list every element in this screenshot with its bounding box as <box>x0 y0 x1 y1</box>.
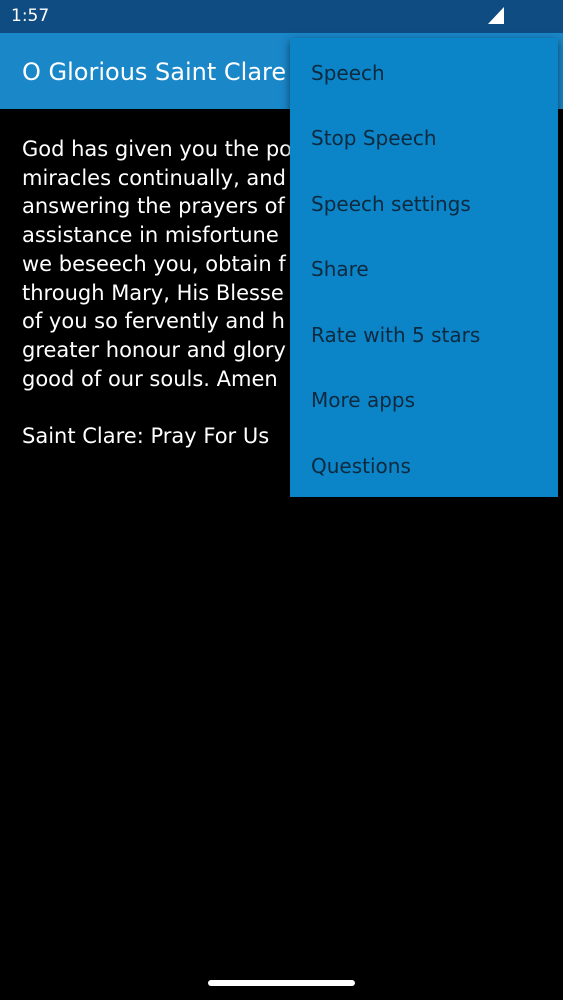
menu-item-questions[interactable]: Questions <box>290 433 558 499</box>
menu-item-share[interactable]: Share <box>290 237 558 303</box>
status-bar: 1:57 <box>0 0 563 33</box>
menu-item-more-apps[interactable]: More apps <box>290 368 558 434</box>
menu-item-rate[interactable]: Rate with 5 stars <box>290 302 558 368</box>
home-indicator[interactable] <box>208 980 355 986</box>
signal-icon <box>488 7 504 24</box>
menu-item-speech-settings[interactable]: Speech settings <box>290 171 558 237</box>
app-title: O Glorious Saint Clare <box>22 58 287 86</box>
status-time: 1:57 <box>11 6 50 26</box>
overflow-menu: Speech Stop Speech Speech settings Share… <box>290 38 558 497</box>
menu-item-stop-speech[interactable]: Stop Speech <box>290 106 558 172</box>
app-screen: 1:57 O Glorious Saint Clare God has give… <box>0 0 563 1000</box>
menu-item-speech[interactable]: Speech <box>290 40 558 106</box>
